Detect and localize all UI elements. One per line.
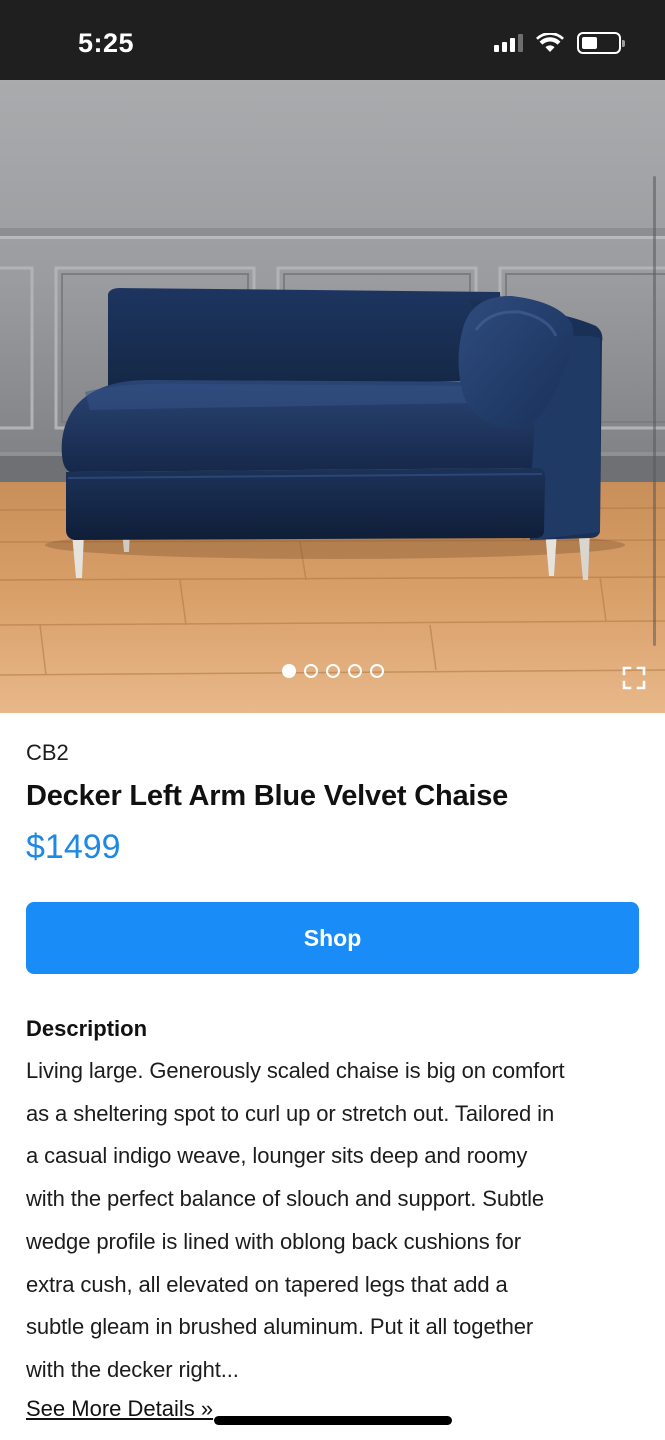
product-title: Decker Left Arm Blue Velvet Chaise [26, 780, 509, 812]
expand-icon[interactable] [621, 665, 647, 691]
chaise-photo [0, 80, 665, 713]
description-line: with the decker right... [26, 1356, 239, 1382]
description-line: Living large. Generously scaled chaise i… [26, 1058, 565, 1083]
battery-icon [577, 32, 625, 54]
carousel-dot[interactable] [303, 664, 318, 678]
product-price: $1499 [26, 828, 121, 866]
description-line: a casual indigo weave, lounger sits deep… [26, 1143, 528, 1169]
shop-button[interactable]: Shop [26, 902, 639, 974]
wifi-icon [536, 33, 564, 52]
carousel-dots [0, 664, 665, 678]
status-bar: 5:25 [0, 0, 665, 80]
carousel-dot[interactable] [369, 664, 384, 678]
status-time: 5:25 [78, 28, 135, 58]
description-line: wedge profile is lined with oblong back … [26, 1228, 521, 1254]
image-scroll-indicator [653, 176, 656, 646]
signal-icon [494, 34, 523, 52]
see-more-details-link[interactable]: See More Details » [26, 1396, 213, 1422]
carousel-dot[interactable] [347, 664, 362, 678]
description-line: subtle gleam in brushed aluminum. Put it… [26, 1314, 534, 1340]
status-icons [494, 32, 625, 54]
product-image[interactable] [0, 80, 665, 713]
carousel-dot[interactable] [281, 664, 296, 678]
description-line: as a sheltering spot to curl up or stret… [26, 1100, 555, 1126]
description-line: extra cush, all elevated on tapered legs… [26, 1271, 508, 1297]
description-line: with the perfect balance of slouch and s… [26, 1186, 545, 1212]
brand-name: CB2 [26, 740, 69, 765]
description-text: Living large. Generously scaled chaise i… [26, 1050, 646, 1392]
home-indicator[interactable] [214, 1416, 452, 1425]
carousel-dot[interactable] [325, 664, 340, 678]
description-heading: Description [26, 1016, 148, 1041]
